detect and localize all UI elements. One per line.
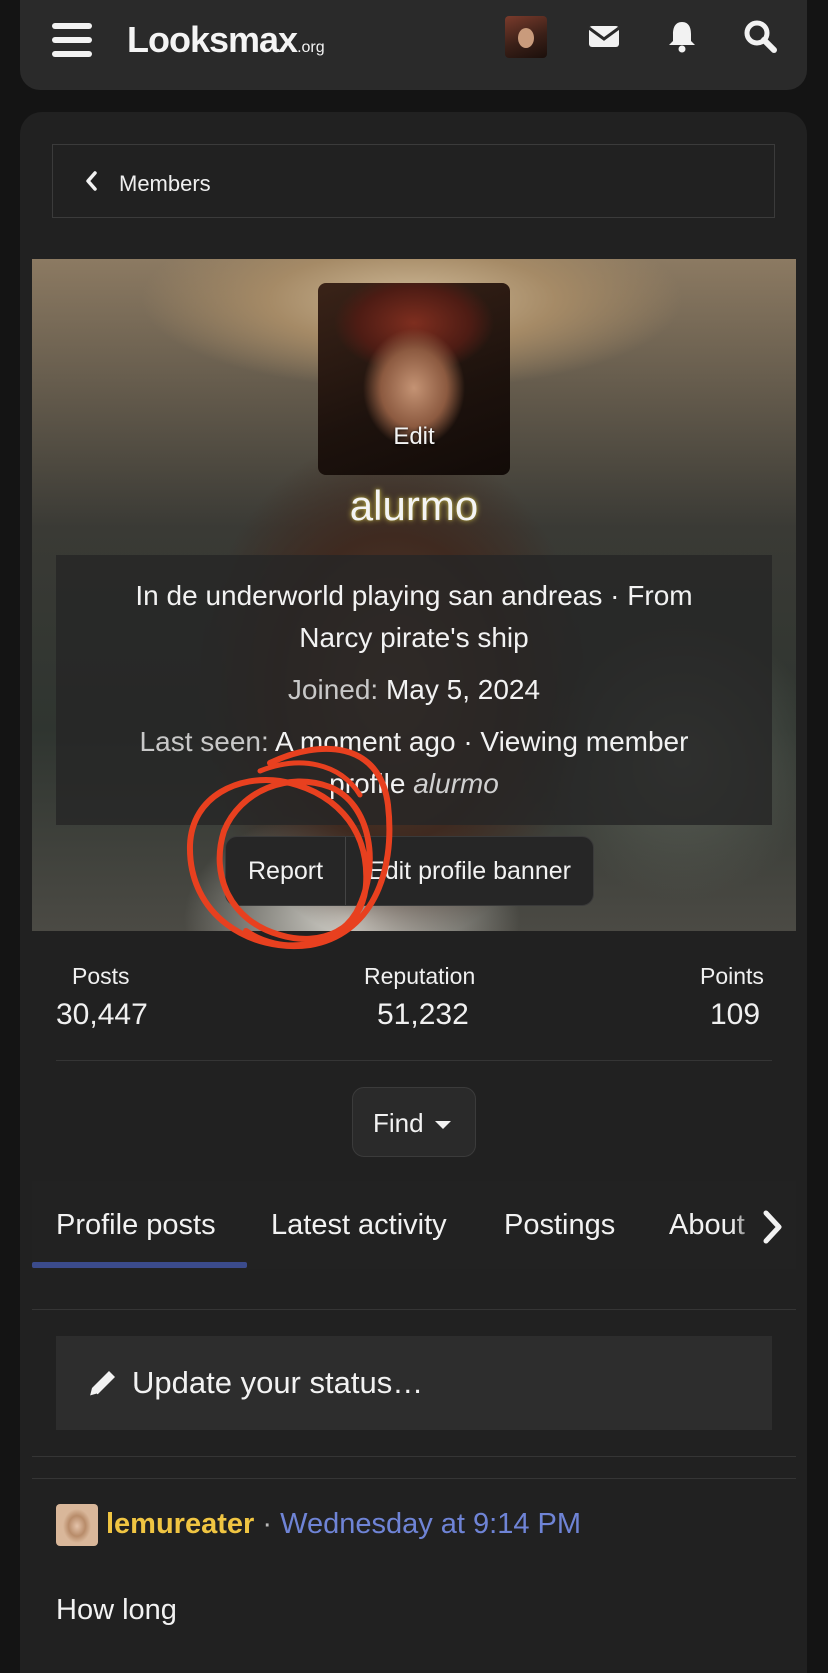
edit-profile-banner-button[interactable]: Edit profile banner — [346, 837, 593, 905]
avatar-edit-label[interactable]: Edit — [318, 423, 510, 451]
profile-info-box: In de underworld playing san andreas · F… — [56, 555, 772, 825]
logo-suffix: .org — [297, 39, 325, 56]
tabs-divider — [32, 1309, 796, 1310]
last-seen-row-2: profile alurmo — [56, 763, 772, 805]
breadcrumb-members[interactable]: Members — [52, 144, 775, 218]
status-divider — [32, 1456, 796, 1457]
post-author-name[interactable]: lemureater — [106, 1508, 254, 1540]
profile-action-buttons: Report Edit profile banner — [225, 836, 594, 906]
chevron-left-icon — [83, 169, 99, 198]
bell-icon[interactable] — [662, 16, 702, 56]
joined-label: Joined: — [287, 674, 379, 705]
logo-text: Looksmax — [127, 19, 298, 60]
joined-value: May 5, 2024 — [385, 674, 541, 705]
post-timestamp[interactable]: Wednesday at 9:14 PM — [280, 1508, 581, 1540]
top-navigation-bar: Looksmax.org — [20, 0, 807, 90]
points-label: Points — [700, 963, 764, 989]
post-body: How long — [56, 1594, 177, 1626]
user-avatar[interactable] — [505, 16, 547, 58]
post-author-avatar[interactable] — [56, 1504, 98, 1546]
pencil-icon — [86, 1366, 120, 1405]
envelope-icon[interactable] — [584, 16, 624, 56]
tab-profile-posts[interactable]: Profile posts — [56, 1209, 216, 1242]
caret-down-icon — [435, 1121, 451, 1129]
post-meta-separator: · — [262, 1508, 273, 1540]
post-top-divider — [32, 1478, 796, 1479]
joined-row: Joined: May 5, 2024 — [56, 669, 772, 711]
stats-divider — [56, 1060, 772, 1061]
points-value[interactable]: 109 — [710, 998, 760, 1032]
chevron-right-icon[interactable] — [760, 1209, 784, 1250]
update-status-input[interactable]: Update your status… — [56, 1336, 772, 1430]
tab-latest-activity[interactable]: Latest activity — [271, 1209, 447, 1242]
site-logo[interactable]: Looksmax.org — [127, 19, 325, 61]
status-line-1: In de underworld playing san andreas · F… — [135, 580, 693, 611]
profile-avatar[interactable]: Edit — [318, 283, 510, 475]
status-line-2: Narcy pirate's ship — [299, 622, 529, 653]
update-status-placeholder: Update your status… — [132, 1365, 424, 1400]
posts-label: Posts — [72, 963, 130, 989]
last-seen-value: A moment ago · Viewing member — [274, 726, 689, 757]
profile-username: alurmo — [349, 482, 479, 529]
find-label: Find — [373, 1108, 424, 1138]
active-tab-indicator — [32, 1262, 247, 1268]
last-seen-row: Last seen: A moment ago · Viewing member — [56, 721, 772, 763]
report-button[interactable]: Report — [226, 837, 345, 905]
post-meta: lemureater · Wednesday at 9:14 PM — [106, 1508, 581, 1541]
last-seen-label: Last seen: — [139, 726, 269, 757]
last-seen-value-2: profile — [329, 768, 406, 799]
tab-postings[interactable]: Postings — [504, 1209, 615, 1242]
search-icon[interactable] — [740, 16, 780, 56]
last-seen-target: alurmo — [413, 768, 499, 799]
reputation-label: Reputation — [364, 963, 476, 989]
profile-tabs: Profile posts Latest activity Postings A… — [32, 1181, 796, 1269]
menu-icon[interactable] — [52, 23, 92, 57]
posts-value[interactable]: 30,447 — [56, 998, 148, 1032]
breadcrumb-label: Members — [119, 171, 211, 196]
find-dropdown-button[interactable]: Find — [352, 1087, 476, 1157]
reputation-value[interactable]: 51,232 — [377, 998, 469, 1032]
